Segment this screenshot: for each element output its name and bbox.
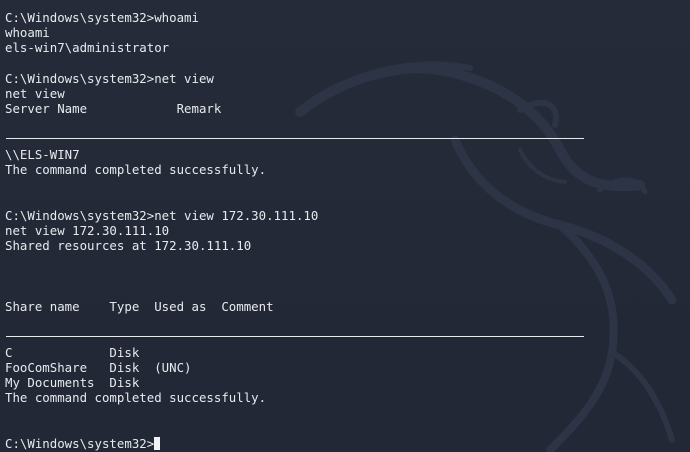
prompt-line-whoami: C:\Windows\system32>whoami [5,10,199,25]
current-prompt-line[interactable]: C:\Windows\system32> [5,436,161,451]
whoami-output: els-win7\administrator [5,40,170,55]
success-message: The command completed successfully. [5,162,267,177]
share-row: My Documents Disk [5,375,140,390]
success-message: The command completed successfully. [5,390,267,405]
command-whoami: whoami [154,10,199,25]
prompt: C:\Windows\system32> [5,436,155,451]
prompt-line-netview-ip: C:\Windows\system32>net view 172.30.111.… [5,208,318,223]
shared-resources-line: Shared resources at 172.30.111.10 [5,238,252,253]
netview-header: Server Name Remark [5,101,222,116]
shares-header: Share name Type Used as Comment [5,299,274,314]
command-netview: net view [154,71,214,86]
share-row: C Disk [5,345,140,360]
prompt: C:\Windows\system32> [5,71,155,86]
separator-rule [6,336,584,337]
echo-netview-ip: net view 172.30.111.10 [5,223,170,238]
prompt: C:\Windows\system32> [5,10,155,25]
terminal-window[interactable]: C:\Windows\system32>whoami whoami els-wi… [0,0,690,452]
separator-rule [6,138,584,139]
share-row: FooComShare Disk (UNC) [5,360,192,375]
prompt: C:\Windows\system32> [5,208,155,223]
server-entry: \\ELS-WIN7 [5,147,80,162]
text-cursor[interactable] [154,437,161,450]
echo-netview: net view [5,86,65,101]
command-netview-ip: net view 172.30.111.10 [154,208,319,223]
prompt-line-netview: C:\Windows\system32>net view [5,71,214,86]
echo-whoami: whoami [5,25,50,40]
